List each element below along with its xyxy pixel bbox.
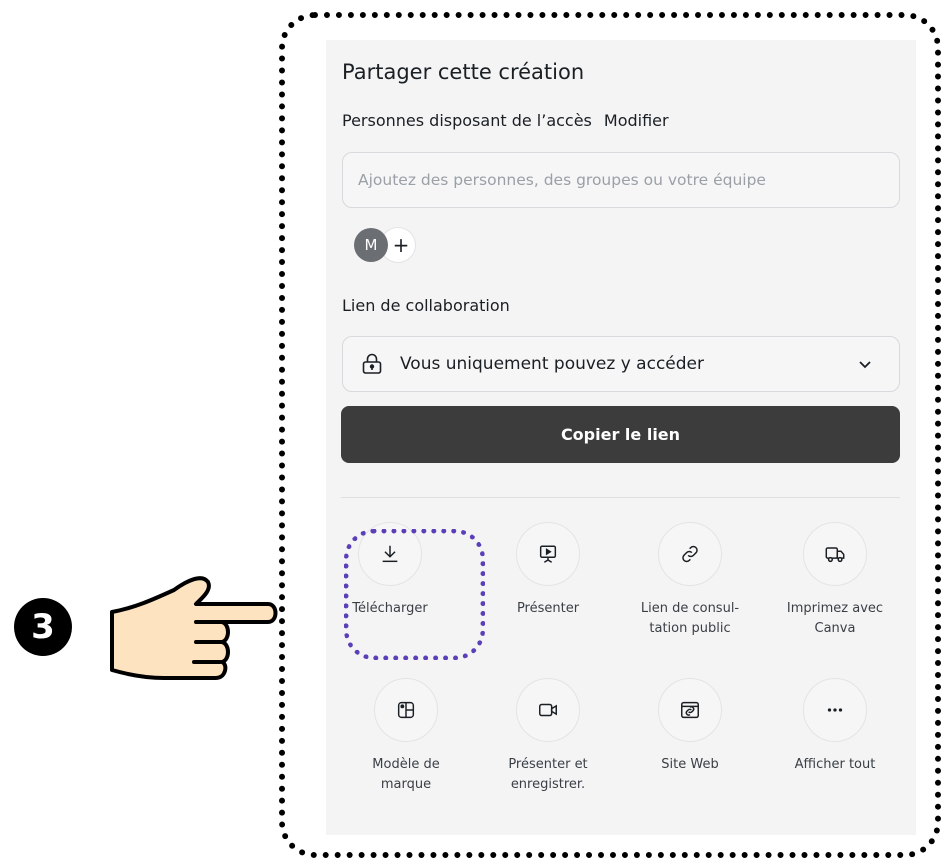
download-button[interactable] xyxy=(358,522,422,586)
action-label: Présenter xyxy=(516,601,580,616)
access-dropdown-value: Vous uniquement pouvez y accéder xyxy=(400,354,704,374)
present-button[interactable] xyxy=(516,522,580,586)
action-public-link[interactable]: Lien de consul- tation public xyxy=(620,522,760,639)
access-dropdown[interactable]: Vous uniquement pouvez y accéder xyxy=(342,336,900,392)
more-icon xyxy=(827,708,843,712)
print-button[interactable] xyxy=(803,522,867,586)
action-show-all[interactable]: Afficher tout xyxy=(765,678,905,775)
website-icon xyxy=(681,701,699,719)
link-icon xyxy=(682,545,698,563)
download-icon xyxy=(382,545,398,563)
action-print[interactable]: Imprimez avec Canva xyxy=(765,522,905,639)
access-row: Personnes disposant de l’accès Modifier xyxy=(342,111,669,130)
action-label: Imprimez avec Canva xyxy=(786,601,884,636)
access-label: Personnes disposant de l’accès xyxy=(342,111,592,130)
copy-link-button[interactable]: Copier le lien xyxy=(341,406,900,463)
brand-template-icon xyxy=(397,701,415,719)
present-icon xyxy=(539,545,557,563)
action-present-record[interactable]: Présenter et enregistrer. xyxy=(478,678,618,795)
action-label: Présenter et enregistrer. xyxy=(508,757,588,792)
truck-icon xyxy=(825,547,845,563)
modify-link[interactable]: Modifier xyxy=(604,111,669,130)
action-label: Site Web xyxy=(661,757,719,772)
present-record-button[interactable] xyxy=(516,678,580,742)
collab-link-label: Lien de collaboration xyxy=(342,296,510,315)
action-label: Lien de consul- tation public xyxy=(640,601,740,636)
pointing-hand-icon xyxy=(110,576,278,680)
avatar: M xyxy=(354,228,388,262)
divider xyxy=(341,497,900,498)
brand-template-button[interactable] xyxy=(374,678,438,742)
lock-icon xyxy=(362,353,382,374)
public-link-button[interactable] xyxy=(658,522,722,586)
chevron-down-icon xyxy=(859,361,871,369)
panel-title: Partager cette création xyxy=(342,60,585,84)
step-badge: 3 xyxy=(14,598,72,656)
action-label: Modèle de marque xyxy=(372,757,440,792)
video-camera-icon xyxy=(539,703,557,717)
action-website[interactable]: Site Web xyxy=(620,678,760,775)
website-button[interactable] xyxy=(658,678,722,742)
action-present[interactable]: Présenter xyxy=(478,522,618,619)
show-all-button[interactable] xyxy=(803,678,867,742)
action-label: Afficher tout xyxy=(794,757,876,772)
people-input[interactable] xyxy=(342,152,900,208)
action-download[interactable]: Télécharger xyxy=(320,522,460,619)
action-brand-template[interactable]: Modèle de marque xyxy=(336,678,476,795)
action-label: Télécharger xyxy=(352,601,428,616)
